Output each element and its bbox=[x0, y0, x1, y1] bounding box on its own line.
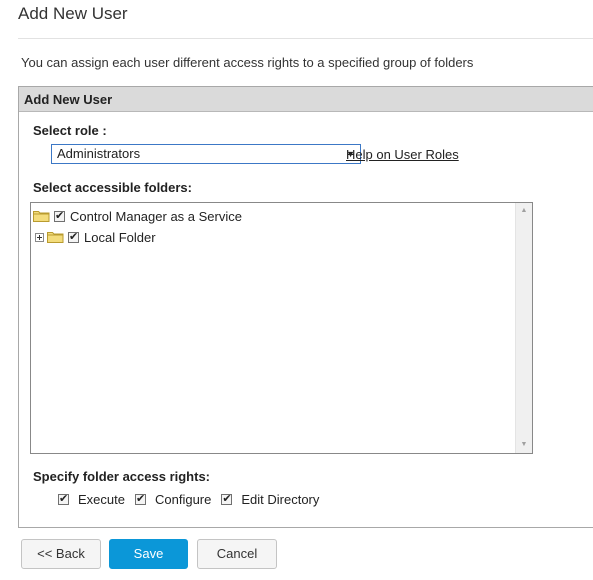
expand-plus-icon[interactable] bbox=[35, 232, 44, 242]
folder-icon bbox=[47, 231, 64, 243]
tree-node-control-manager: ✔ Control Manager as a Service bbox=[33, 207, 242, 225]
cancel-button[interactable]: Cancel bbox=[197, 539, 277, 569]
select-role-label: Select role : bbox=[33, 123, 107, 138]
back-button[interactable]: << Back bbox=[21, 539, 101, 569]
tree-label-local-folder: Local Folder bbox=[84, 229, 156, 245]
edit-directory-checkbox[interactable]: ✔ bbox=[221, 493, 233, 505]
role-select[interactable]: Administrators ▼ bbox=[51, 144, 361, 164]
edit-directory-label: Edit Directory bbox=[241, 492, 320, 507]
right-configure: ✔ Configure bbox=[134, 492, 212, 507]
folder-tree[interactable]: ✔ Control Manager as a Service ✔ Local F… bbox=[30, 202, 533, 454]
save-button[interactable]: Save bbox=[109, 539, 188, 569]
tree-label-control-manager: Control Manager as a Service bbox=[70, 208, 242, 224]
scroll-up-arrow-icon[interactable]: ▲ bbox=[516, 203, 532, 219]
tree-scrollbar[interactable]: ▲ ▼ bbox=[515, 203, 532, 453]
add-user-panel: Add New User Select role : Administrator… bbox=[18, 86, 593, 528]
folder-icon bbox=[33, 210, 50, 222]
role-select-value: Administrators bbox=[57, 146, 141, 161]
right-edit-directory: ✔ Edit Directory bbox=[221, 492, 319, 507]
title-divider bbox=[18, 38, 593, 39]
tree-node-local-folder: ✔ Local Folder bbox=[35, 228, 156, 246]
right-execute: ✔ Execute bbox=[58, 492, 125, 507]
scroll-down-arrow-icon[interactable]: ▼ bbox=[516, 437, 532, 453]
panel-header: Add New User bbox=[19, 87, 593, 112]
execute-checkbox[interactable]: ✔ bbox=[58, 493, 69, 505]
configure-checkbox[interactable]: ✔ bbox=[134, 493, 146, 505]
help-on-user-roles-link[interactable]: Help on User Roles bbox=[346, 147, 459, 162]
tree-checkbox-control-manager[interactable]: ✔ bbox=[54, 210, 65, 222]
configure-label: Configure bbox=[154, 492, 212, 507]
page-description: You can assign each user different acces… bbox=[21, 55, 474, 70]
page-title: Add New User bbox=[18, 4, 128, 23]
execute-label: Execute bbox=[78, 492, 125, 507]
access-rights-group: ✔ Execute ✔ Configure ✔ Edit Directory bbox=[58, 492, 329, 507]
select-folders-label: Select accessible folders: bbox=[33, 180, 192, 195]
access-rights-label: Specify folder access rights: bbox=[33, 469, 211, 484]
tree-checkbox-local-folder[interactable]: ✔ bbox=[68, 231, 79, 243]
